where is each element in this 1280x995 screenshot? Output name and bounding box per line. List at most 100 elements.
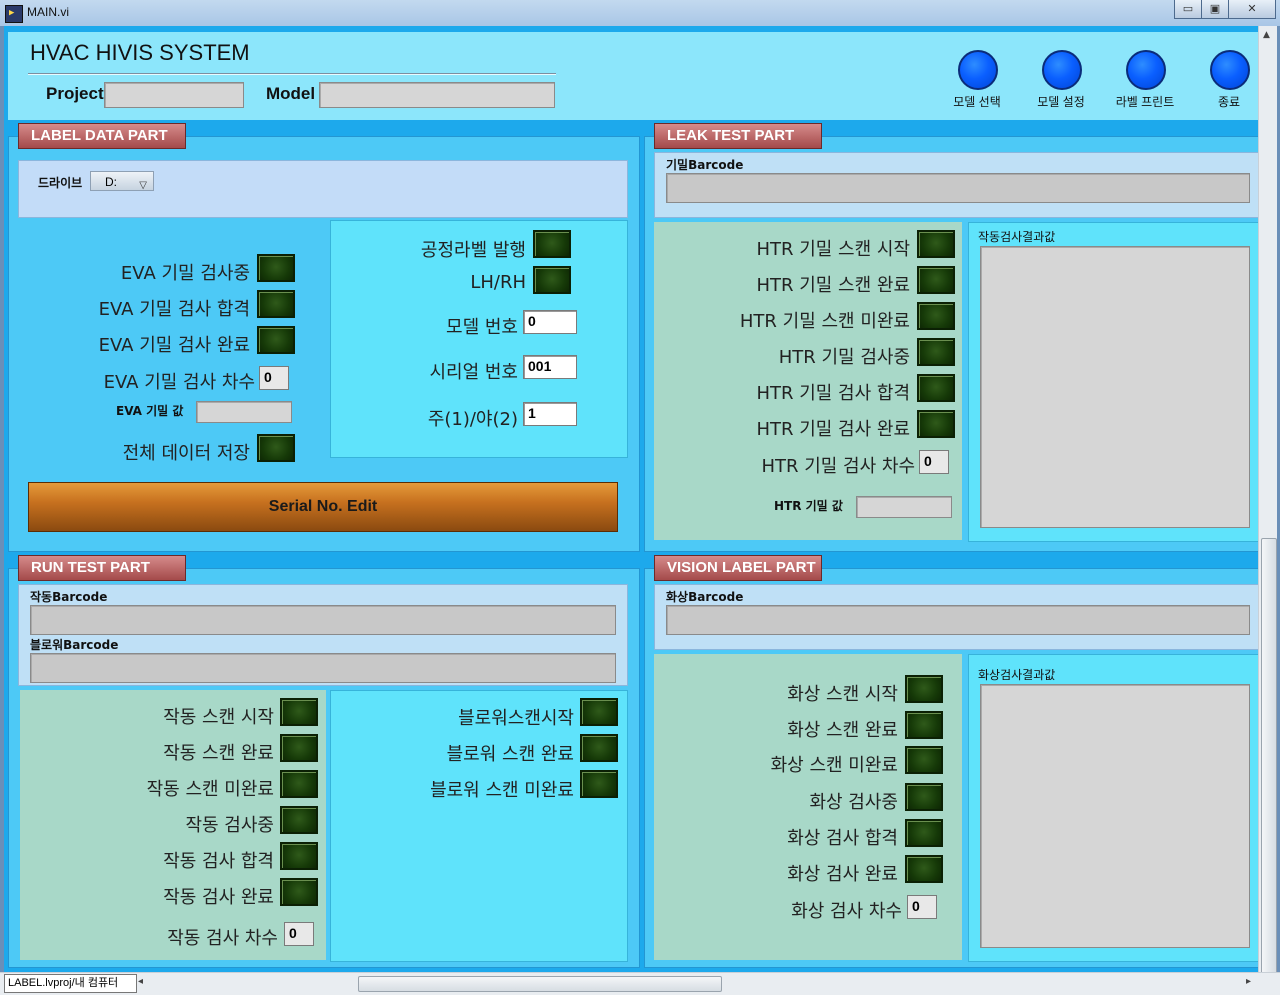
chevron-down-icon: ▽	[139, 180, 147, 191]
horizontal-scroll-thumb[interactable]	[358, 976, 722, 992]
vision-pass-led	[905, 819, 943, 847]
vision-count-label: 화상 검사 차수	[791, 901, 902, 922]
save-all-led[interactable]	[257, 434, 295, 462]
htr-scan-start-label: HTR 기밀 스캔 시작	[756, 239, 910, 260]
htr-scan-complete-led	[917, 266, 955, 294]
system-title: HVAC HIVIS SYSTEM	[30, 40, 250, 65]
htr-testing-label: HTR 기밀 검사중	[778, 347, 910, 368]
vertical-scrollbar[interactable]: ▲	[1258, 26, 1277, 990]
leak-result-label: 작동검사결과값	[978, 230, 1056, 244]
vision-count-field[interactable]: 0	[907, 895, 937, 919]
htr-scan-complete-label: HTR 기밀 스캔 완료	[756, 275, 910, 296]
drive-label: 드라이브	[38, 176, 83, 190]
htr-complete-led	[917, 410, 955, 438]
run-barcode-field[interactable]	[30, 605, 616, 635]
project-field[interactable]	[104, 82, 244, 108]
run-complete-label: 작동 검사 완료	[163, 887, 274, 908]
htr-scan-incomplete-label: HTR 기밀 스캔 미완료	[739, 311, 910, 332]
lhrh-label: LH/RH	[470, 272, 526, 293]
horizontal-scrollbar[interactable]: LABEL.lvproj/내 컴퓨터 ◂ ▸	[0, 972, 1280, 995]
htr-value-label: HTR 기밀 값	[774, 499, 843, 513]
vision-scan-incomplete-led	[905, 746, 943, 774]
run-scan-start-label: 작동 스캔 시작	[163, 707, 274, 728]
eva-value-field	[196, 401, 292, 423]
close-button[interactable]: ✕	[1228, 0, 1276, 19]
blower-barcode-field[interactable]	[30, 653, 616, 683]
serial-number-field[interactable]: 001	[523, 355, 577, 379]
vision-pass-label: 화상 검사 합격	[787, 828, 898, 849]
label-print-label: 라벨 프린트	[1115, 95, 1175, 109]
vision-scan-start-led	[905, 675, 943, 703]
window-title: MAIN.vi	[27, 5, 69, 19]
vision-complete-led	[905, 855, 943, 883]
exit-button[interactable]	[1210, 50, 1250, 90]
model-select-button[interactable]	[958, 50, 998, 90]
run-scan-complete-led	[280, 734, 318, 762]
run-scan-incomplete-label: 작동 스캔 미완료	[146, 779, 274, 800]
htr-scan-start-led	[917, 230, 955, 258]
run-barcode-label: 작동Barcode	[30, 590, 108, 604]
vision-scan-complete-label: 화상 스캔 완료	[787, 720, 898, 741]
lhrh-led[interactable]	[533, 266, 571, 294]
vision-barcode-field[interactable]	[666, 605, 1250, 635]
label-data-tab: LABEL DATA PART	[18, 123, 186, 149]
process-label-issue-label: 공정라벨 발행	[420, 240, 526, 261]
project-label: Project	[46, 84, 104, 103]
label-print-button[interactable]	[1126, 50, 1166, 90]
blower-scan-complete-label: 블로워 스캔 완료	[446, 744, 574, 765]
run-pass-label: 작동 검사 합격	[163, 851, 274, 872]
leak-barcode-field[interactable]	[666, 173, 1250, 203]
vertical-scroll-thumb[interactable]	[1261, 538, 1277, 990]
vision-testing-led	[905, 783, 943, 811]
model-select-label: 모델 선택	[953, 95, 1001, 109]
exit-label: 종료	[1217, 95, 1241, 109]
run-pass-led	[280, 842, 318, 870]
model-number-field[interactable]: 0	[523, 310, 577, 334]
vision-scan-incomplete-label: 화상 스캔 미완료	[770, 755, 898, 776]
run-testing-led	[280, 806, 318, 834]
eva-testing-label: EVA 기밀 검사중	[120, 263, 250, 284]
leak-result-box	[980, 246, 1250, 528]
htr-count-field[interactable]: 0	[919, 450, 949, 474]
vision-result-box	[980, 684, 1250, 948]
header-divider	[28, 73, 556, 75]
scroll-left-icon[interactable]: ◂	[138, 976, 143, 987]
vision-scan-start-label: 화상 스캔 시작	[787, 684, 898, 705]
labview-app-icon: ▶	[5, 5, 23, 23]
process-label-issue-led[interactable]	[533, 230, 571, 258]
vision-barcode-label: 화상Barcode	[666, 590, 744, 604]
scroll-right-icon[interactable]: ▸	[1246, 976, 1251, 987]
eva-pass-led	[257, 290, 295, 318]
eva-pass-label: EVA 기밀 검사 합격	[98, 299, 250, 320]
run-scan-start-led	[280, 698, 318, 726]
minimize-button[interactable]: ▭	[1174, 0, 1202, 19]
leak-barcode-label: 기밀Barcode	[666, 158, 744, 172]
run-count-field[interactable]: 0	[284, 922, 314, 946]
eva-testing-led	[257, 254, 295, 282]
htr-count-label: HTR 기밀 검사 차수	[761, 456, 915, 477]
blower-scan-complete-led	[580, 734, 618, 762]
model-settings-button[interactable]	[1042, 50, 1082, 90]
day-night-field[interactable]: 1	[523, 402, 577, 426]
serial-edit-button[interactable]: Serial No. Edit	[28, 482, 618, 532]
model-settings-label: 모델 설정	[1037, 95, 1085, 109]
drive-value: D:	[105, 175, 117, 189]
model-field[interactable]	[319, 82, 555, 108]
htr-testing-led	[917, 338, 955, 366]
htr-pass-label: HTR 기밀 검사 합격	[756, 383, 910, 404]
vision-result-label: 화상검사결과값	[978, 668, 1056, 682]
blower-indicator-panel	[330, 690, 628, 962]
run-complete-led	[280, 878, 318, 906]
blower-barcode-label: 블로워Barcode	[30, 638, 119, 652]
run-count-label: 작동 검사 차수	[167, 928, 278, 949]
eva-value-label: EVA 기밀 값	[116, 404, 184, 418]
vision-scan-complete-led	[905, 711, 943, 739]
eva-count-field[interactable]: 0	[259, 366, 289, 390]
htr-complete-label: HTR 기밀 검사 완료	[756, 419, 910, 440]
eva-complete-label: EVA 기밀 검사 완료	[98, 335, 250, 356]
blower-scan-start-label: 블로워스캔시작	[458, 708, 574, 729]
run-scan-incomplete-led	[280, 770, 318, 798]
restore-button[interactable]: ▣	[1201, 0, 1229, 19]
drive-select[interactable]: D: ▽	[90, 171, 154, 191]
scroll-up-icon[interactable]: ▲	[1263, 30, 1270, 40]
